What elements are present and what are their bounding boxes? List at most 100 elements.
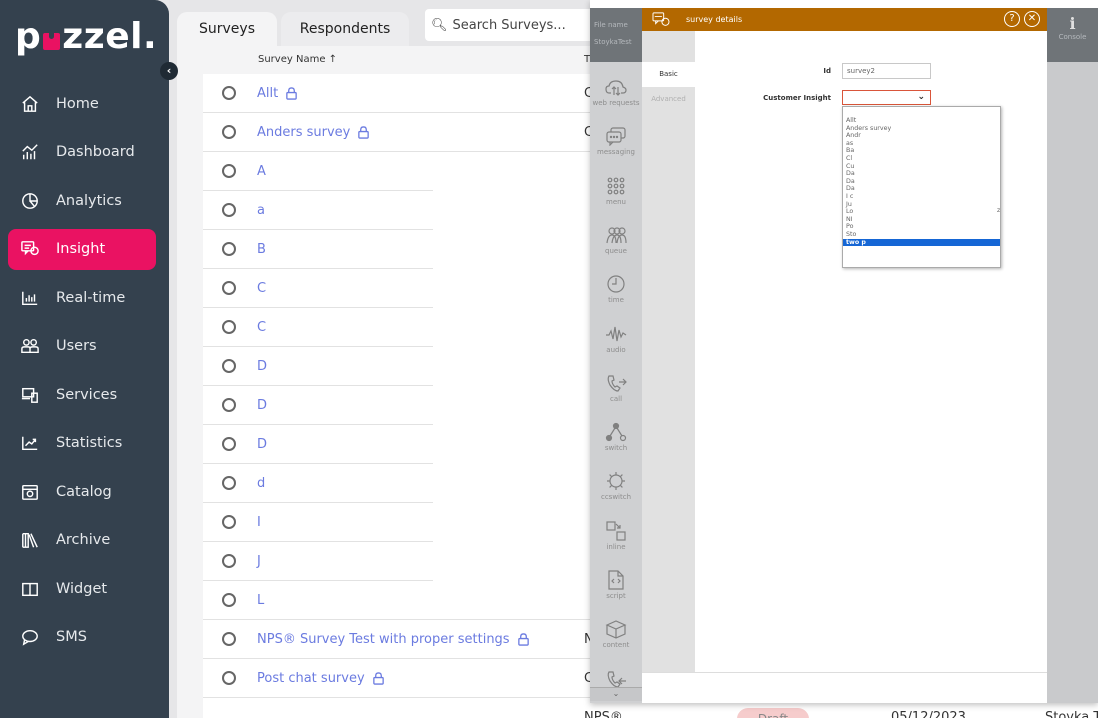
- close-button[interactable]: ✕: [1024, 11, 1040, 27]
- tool-inline[interactable]: inline: [590, 521, 642, 551]
- dropdown-option[interactable]: Lo: [843, 208, 1000, 216]
- sidebar-item-statistics[interactable]: Statistics: [8, 423, 156, 465]
- tool-audio[interactable]: audio: [590, 324, 642, 354]
- dropdown-option[interactable]: Po: [843, 223, 1000, 231]
- survey-name-link[interactable]: L: [257, 593, 264, 608]
- survey-name-link[interactable]: A: [257, 164, 266, 179]
- survey-name-link[interactable]: D: [257, 398, 267, 413]
- row-select-radio[interactable]: [222, 281, 236, 295]
- dropdown-option[interactable]: Cl: [843, 155, 1000, 163]
- tool-web-requests[interactable]: web requests: [590, 77, 642, 107]
- survey-name-link[interactable]: Allt: [257, 86, 298, 101]
- survey-name-link[interactable]: Post chat survey: [257, 671, 385, 686]
- dropdown-option[interactable]: Da: [843, 170, 1000, 178]
- tab-surveys[interactable]: Surveys: [177, 12, 277, 46]
- row-select-radio[interactable]: [222, 320, 236, 334]
- row-select-radio[interactable]: [222, 242, 236, 256]
- menu-grid-icon: [607, 177, 625, 194]
- dropdown-option[interactable]: Ba: [843, 147, 1000, 155]
- tool-menu[interactable]: menu: [590, 176, 642, 206]
- dropdown-option[interactable]: two p: [843, 238, 1000, 247]
- tool-content[interactable]: content: [590, 619, 642, 649]
- lock-icon: [285, 86, 298, 100]
- row-select-radio[interactable]: [222, 164, 236, 178]
- lock-icon: [372, 671, 385, 685]
- survey-name-link[interactable]: C: [257, 281, 266, 296]
- sidebar-item-dashboard[interactable]: Dashboard: [8, 132, 156, 174]
- search-placeholder: Search Surveys...: [452, 17, 566, 33]
- survey-name-link[interactable]: NPS® Survey Test with proper settings: [257, 632, 530, 647]
- survey-name-link[interactable]: I: [257, 515, 261, 530]
- row-select-radio[interactable]: [222, 203, 236, 217]
- dropdown-option[interactable]: Da: [843, 178, 1000, 186]
- tool-scroll-down-button[interactable]: ⌄: [590, 687, 642, 701]
- sidebar-nav: Home Dashboard Analytics Insight Real-ti…: [8, 83, 156, 665]
- row-select-radio[interactable]: [222, 476, 236, 490]
- catalog-icon: [20, 482, 40, 502]
- help-button[interactable]: ?: [1004, 11, 1020, 27]
- survey-name-text: C: [257, 280, 267, 296]
- dropdown-option[interactable]: I c: [843, 193, 1000, 201]
- sidebar-item-home[interactable]: Home: [8, 83, 156, 125]
- sidebar-item-analytics[interactable]: Analytics: [8, 180, 156, 222]
- row-select-radio[interactable]: [222, 593, 236, 607]
- sidebar-item-archive[interactable]: Archive: [8, 520, 156, 562]
- dropdown-option[interactable]: as: [843, 140, 1000, 148]
- sidebar-item-widget[interactable]: Widget: [8, 568, 156, 610]
- sidebar-item-insight[interactable]: Insight: [8, 228, 156, 270]
- sidebar-collapse-button[interactable]: ‹: [160, 62, 178, 80]
- row-select-radio[interactable]: [222, 554, 236, 568]
- customer-insight-select[interactable]: ⌄: [842, 90, 931, 105]
- row-select-radio[interactable]: [222, 398, 236, 412]
- dropdown-option[interactable]: NI: [843, 216, 1000, 224]
- dropdown-option[interactable]: Sto: [843, 231, 1000, 239]
- customer-insight-label: Customer Insight: [763, 94, 831, 102]
- tool-switch[interactable]: switch: [590, 422, 642, 452]
- survey-name-link[interactable]: D: [257, 437, 267, 452]
- row-select-radio[interactable]: [222, 671, 236, 685]
- id-field[interactable]: survey2: [842, 63, 931, 79]
- script-icon: [608, 570, 624, 590]
- puzzel-logo[interactable]: p zzel.: [15, 14, 157, 58]
- survey-name-link[interactable]: Anders survey: [257, 125, 370, 140]
- tool-call[interactable]: call: [590, 373, 642, 403]
- dialog-tab-advanced[interactable]: Advanced: [642, 87, 695, 112]
- survey-name-link[interactable]: B: [257, 242, 266, 257]
- column-header-survey-name[interactable]: Survey Name ↑: [258, 54, 337, 65]
- row-select-radio[interactable]: [222, 86, 236, 100]
- tool-script[interactable]: script: [590, 570, 642, 600]
- row-select-radio[interactable]: [222, 515, 236, 529]
- chevron-down-icon: ⌄: [917, 92, 925, 102]
- row-select-radio[interactable]: [222, 125, 236, 139]
- survey-name-text: L: [257, 592, 265, 608]
- dropdown-option[interactable]: Ju: [843, 201, 1000, 209]
- tool-time[interactable]: time: [590, 274, 642, 304]
- survey-name-link[interactable]: D: [257, 359, 267, 374]
- search-input[interactable]: 🔍︎ Search Surveys...: [425, 9, 595, 41]
- row-select-radio[interactable]: [222, 632, 236, 646]
- console-button[interactable]: i Console: [1047, 8, 1098, 62]
- survey-name-link[interactable]: J: [257, 554, 261, 569]
- tool-ccswitch[interactable]: ccswitch: [590, 471, 642, 501]
- tool-messaging[interactable]: messaging: [590, 126, 642, 156]
- dropdown-option[interactable]: Andr: [843, 132, 1000, 140]
- dialog-tab-basic[interactable]: Basic: [642, 62, 695, 87]
- dropdown-option[interactable]: Da: [843, 185, 1000, 193]
- dropdown-option[interactable]: Allt: [843, 117, 1000, 125]
- survey-name-text: Anders survey: [257, 124, 351, 140]
- sidebar-item-catalog[interactable]: Catalog: [8, 471, 156, 513]
- tab-respondents[interactable]: Respondents: [281, 12, 409, 46]
- sidebar-item-sms[interactable]: SMS: [8, 617, 156, 659]
- dropdown-option[interactable]: Cu: [843, 163, 1000, 171]
- sidebar-item-users[interactable]: Users: [8, 326, 156, 368]
- sidebar-item-services[interactable]: Services: [8, 374, 156, 416]
- file-name-label: File name: [594, 21, 628, 29]
- tool-queue[interactable]: queue: [590, 225, 642, 255]
- survey-name-link[interactable]: C: [257, 320, 266, 335]
- sidebar-item-realtime[interactable]: Real-time: [8, 277, 156, 319]
- dropdown-option[interactable]: Anders survey: [843, 125, 1000, 133]
- row-select-radio[interactable]: [222, 359, 236, 373]
- survey-name-link[interactable]: a: [257, 203, 265, 218]
- row-select-radio[interactable]: [222, 437, 236, 451]
- survey-name-link[interactable]: d: [257, 476, 265, 491]
